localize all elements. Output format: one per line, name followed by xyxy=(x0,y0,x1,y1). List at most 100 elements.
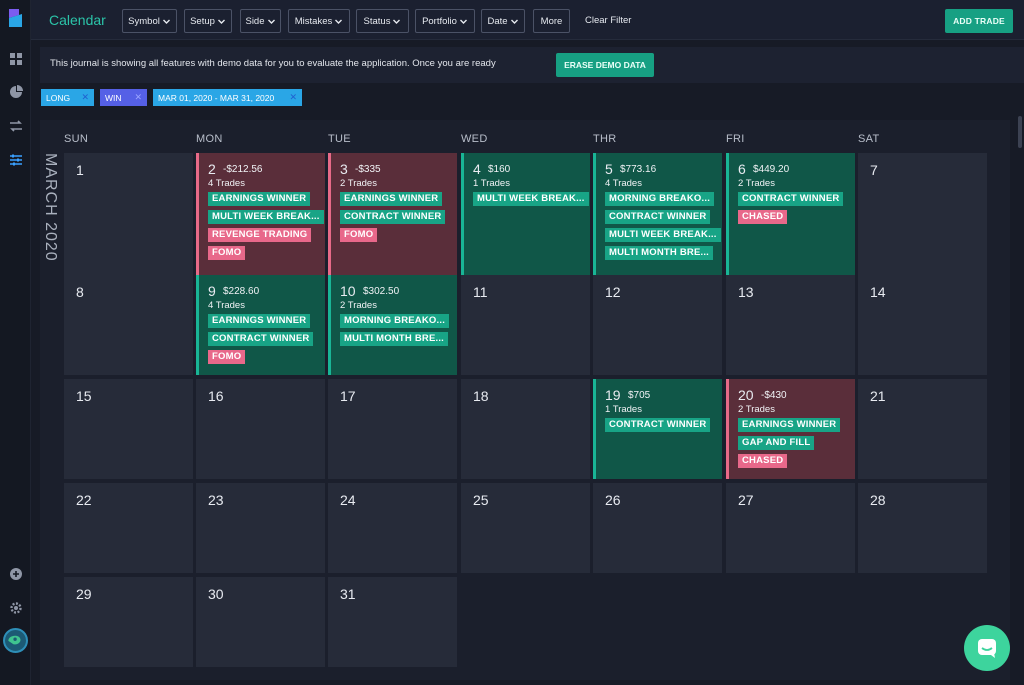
setup-tag[interactable]: MULTI WEEK BREAK... xyxy=(605,228,721,242)
trades-transfer-icon[interactable] xyxy=(7,118,24,134)
mistake-tag[interactable]: FOMO xyxy=(208,246,246,260)
calendar-day-8[interactable]: 8 xyxy=(64,275,193,375)
setup-tag[interactable]: GAP AND FILL xyxy=(738,436,815,450)
setup-tag[interactable]: MULTI MONTH BRE... xyxy=(605,246,713,260)
calendar-day-11[interactable]: 11 xyxy=(461,275,590,375)
filter-symbol-dropdown[interactable]: Symbol xyxy=(122,9,177,33)
setup-tag[interactable]: MORNING BREAKO... xyxy=(340,314,450,328)
close-icon[interactable]: ✕ xyxy=(289,92,297,103)
setup-tag[interactable]: CONTRACT WINNER xyxy=(208,332,314,346)
calendar-day-13[interactable]: 13 xyxy=(726,275,855,375)
trade-count: 2 Trades xyxy=(340,300,377,311)
calendar-day-25[interactable]: 25 xyxy=(461,483,590,573)
calendar-day-19[interactable]: 19 $705 1 Trades CONTRACT WINNER xyxy=(593,379,722,479)
calendar-day-14[interactable]: 14 xyxy=(858,275,987,375)
chip-label: LONG xyxy=(46,92,71,103)
chat-support-button[interactable] xyxy=(964,625,1010,671)
calendar-day-22[interactable]: 22 xyxy=(64,483,193,573)
calendar-day-18[interactable]: 18 xyxy=(461,379,590,479)
calendar-day-20[interactable]: 20 -$430 2 Trades EARNINGS WINNER GAP AND FI… xyxy=(726,379,855,479)
setup-tag[interactable]: MULTI MONTH BRE... xyxy=(340,332,448,346)
calendar-day-3[interactable]: 3 -$335 2 Trades EARNINGS WINNER CONTRACT WI… xyxy=(328,153,457,275)
day-pnl: -$212.56 xyxy=(223,164,263,175)
filter-mistakes-dropdown[interactable]: Mistakes xyxy=(288,9,350,33)
calendar-day-1[interactable]: 1 xyxy=(64,153,193,275)
mistake-tag[interactable]: REVENGE TRADING xyxy=(208,228,312,242)
setup-tag[interactable]: MULTI WEEK BREAK... xyxy=(473,192,589,206)
calendar-day-7[interactable]: 7 xyxy=(858,153,987,275)
setup-tag[interactable]: CONTRACT WINNER xyxy=(605,418,711,432)
calendar-day-6[interactable]: 6 $449.20 2 Trades CONTRACT WINNER CHASED xyxy=(726,153,855,275)
calendar-day-26[interactable]: 26 xyxy=(593,483,722,573)
calendar-day-23[interactable]: 23 xyxy=(196,483,325,573)
filter-portfolio-dropdown[interactable]: Portfolio xyxy=(415,9,475,33)
weekday-header: WED xyxy=(461,133,488,145)
calendar-day-16[interactable]: 16 xyxy=(196,379,325,479)
mistake-tag[interactable]: FOMO xyxy=(208,350,246,364)
setup-tag[interactable]: EARNINGS WINNER xyxy=(208,192,311,206)
filter-side-dropdown[interactable]: Side xyxy=(240,9,281,33)
calendar-day-28[interactable]: 28 xyxy=(858,483,987,573)
add-trade-button[interactable]: ADD TRADE xyxy=(945,9,1013,33)
day-number: 4 xyxy=(473,161,481,177)
trade-count: 1 Trades xyxy=(473,178,510,189)
more-label: More xyxy=(540,15,563,27)
weekday-header: THR xyxy=(593,133,617,145)
filter-label: Side xyxy=(245,15,265,27)
calendar-day-12[interactable]: 12 xyxy=(593,275,722,375)
user-avatar[interactable] xyxy=(3,628,28,653)
settings-gear-icon[interactable] xyxy=(7,600,24,616)
chevron-down-icon xyxy=(267,19,275,24)
calendar-day-4[interactable]: 4 $160 1 Trades MULTI WEEK BREAK... xyxy=(461,153,590,275)
calendar-day-27[interactable]: 27 xyxy=(726,483,855,573)
clear-filter-link[interactable]: Clear Filter xyxy=(585,15,631,26)
more-filters-button[interactable]: More xyxy=(533,9,570,33)
day-number: 20 xyxy=(738,387,754,403)
close-icon[interactable]: ✕ xyxy=(134,92,142,103)
calendar-day-5[interactable]: 5 $773.16 4 Trades MORNING BREAKO... CONTRAC… xyxy=(593,153,722,275)
mistake-tag[interactable]: CHASED xyxy=(738,454,788,468)
close-icon[interactable]: ✕ xyxy=(81,92,89,103)
mistake-tag[interactable]: FOMO xyxy=(340,228,378,242)
add-circle-icon[interactable] xyxy=(7,566,24,582)
setup-tag[interactable]: CONTRACT WINNER xyxy=(738,192,844,206)
topbar: Calendar Symbol Setup Side Mistakes Stat… xyxy=(31,0,1024,40)
chevron-down-icon xyxy=(335,19,343,24)
mistake-tag[interactable]: CHASED xyxy=(738,210,788,224)
erase-demo-data-button[interactable]: ERASE DEMO DATA xyxy=(556,53,654,77)
day-number: 19 xyxy=(605,387,621,403)
setup-tag[interactable]: MULTI WEEK BREAK... xyxy=(208,210,324,224)
dashboard-icon[interactable] xyxy=(7,51,24,67)
scrollbar[interactable] xyxy=(1018,116,1022,148)
calendar-day-24[interactable]: 24 xyxy=(328,483,457,573)
day-number: 10 xyxy=(340,283,356,299)
day-number: 26 xyxy=(605,492,621,508)
calendar-day-30[interactable]: 30 xyxy=(196,577,325,667)
day-number: 6 xyxy=(738,161,746,177)
day-pnl: $160 xyxy=(488,164,511,175)
setup-tag[interactable]: EARNINGS WINNER xyxy=(340,192,443,206)
calendar-day-21[interactable]: 21 xyxy=(858,379,987,479)
setup-tag[interactable]: EARNINGS WINNER xyxy=(738,418,841,432)
setup-tag[interactable]: CONTRACT WINNER xyxy=(605,210,711,224)
day-number: 7 xyxy=(870,162,878,178)
setup-tag[interactable]: MORNING BREAKO... xyxy=(605,192,715,206)
filter-setup-dropdown[interactable]: Setup xyxy=(184,9,232,33)
pie-chart-icon[interactable] xyxy=(7,84,24,100)
calendar-day-29[interactable]: 29 xyxy=(64,577,193,667)
calendar-filters-icon[interactable] xyxy=(7,152,24,168)
filter-date-dropdown[interactable]: Date xyxy=(481,9,525,33)
month-label-text: MARCH 2020 xyxy=(42,153,59,262)
calendar-day-9[interactable]: 9 $228.60 4 Trades EARNINGS WINNER CONTRACT … xyxy=(196,275,325,375)
calendar-day-15[interactable]: 15 xyxy=(64,379,193,479)
day-number: 27 xyxy=(738,492,754,508)
filter-label: Symbol xyxy=(128,15,160,27)
setup-tag[interactable]: EARNINGS WINNER xyxy=(208,314,311,328)
app-logo[interactable] xyxy=(7,7,24,29)
calendar-day-31[interactable]: 31 xyxy=(328,577,457,667)
setup-tag[interactable]: CONTRACT WINNER xyxy=(340,210,446,224)
filter-status-dropdown[interactable]: Status xyxy=(356,9,409,33)
calendar-day-17[interactable]: 17 xyxy=(328,379,457,479)
calendar-day-10[interactable]: 10 $302.50 2 Trades MORNING BREAKO... MULTI … xyxy=(328,275,457,375)
calendar-day-2[interactable]: 2 -$212.56 4 Trades EARNINGS WINNER MULTI WE… xyxy=(196,153,325,275)
